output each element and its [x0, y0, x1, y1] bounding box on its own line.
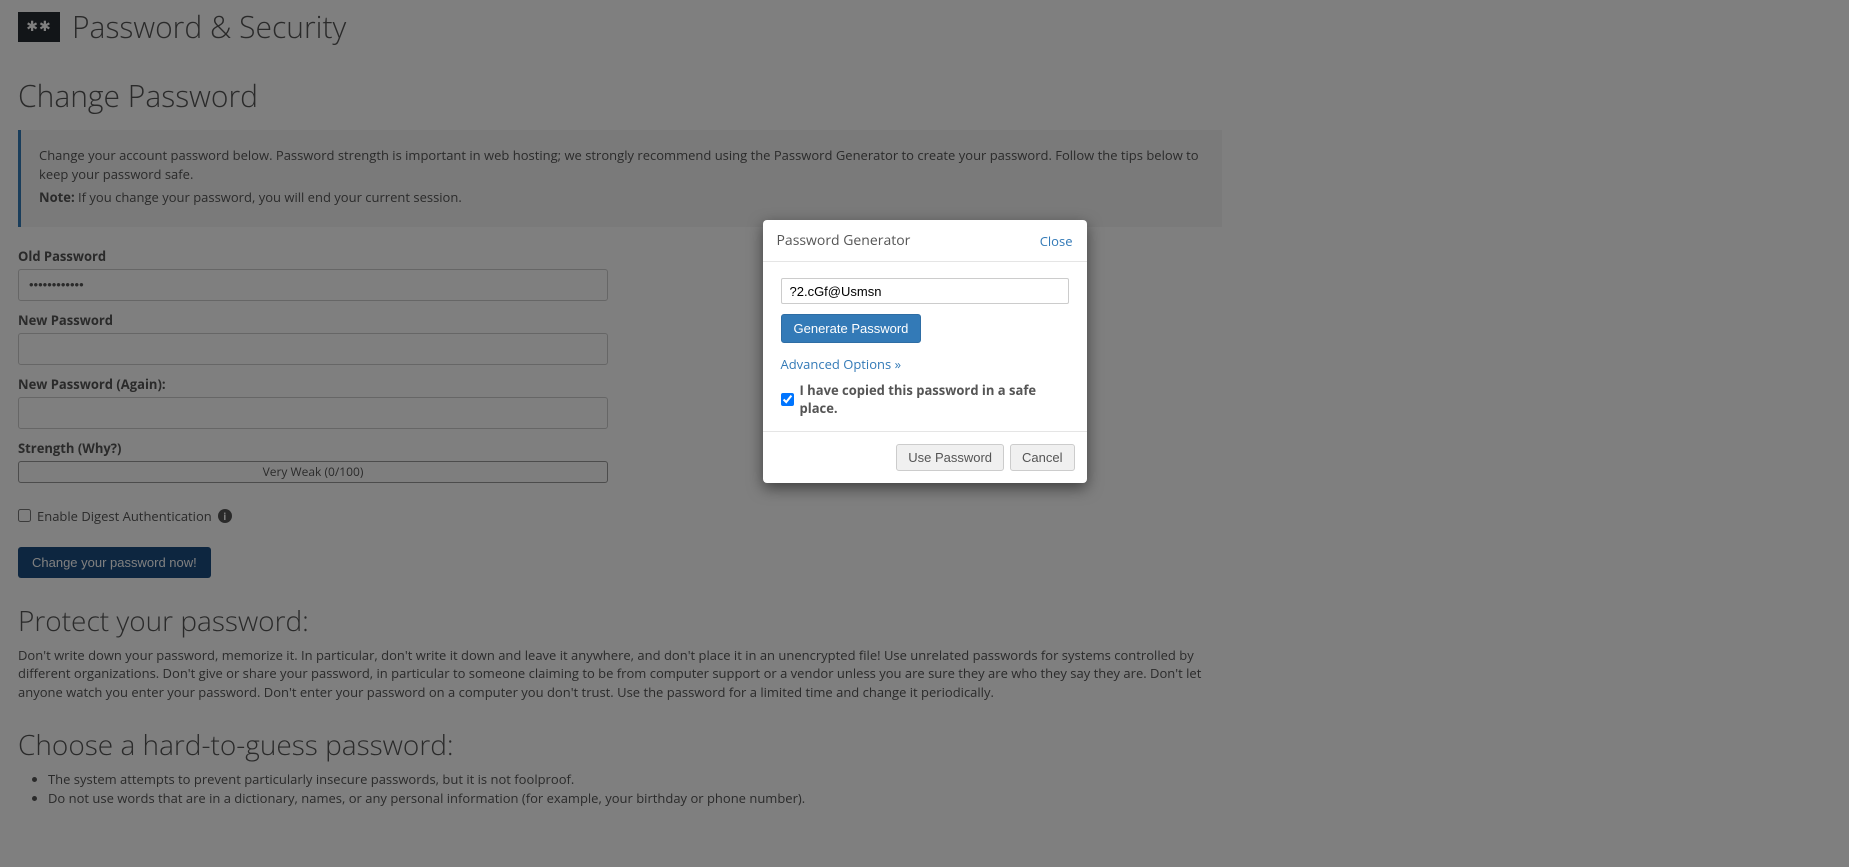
modal-header: Password Generator Close: [763, 220, 1087, 262]
password-generator-modal: Password Generator Close Generate Passwo…: [763, 220, 1087, 483]
modal-body: Generate Password Advanced Options » I h…: [763, 262, 1087, 431]
modal-footer: Use Password Cancel: [763, 431, 1087, 483]
advanced-options-link[interactable]: Advanced Options »: [781, 355, 1069, 373]
generate-password-button[interactable]: Generate Password: [781, 314, 922, 343]
use-password-button[interactable]: Use Password: [896, 444, 1004, 471]
copied-checkbox[interactable]: [781, 393, 794, 406]
copied-label: I have copied this password in a safe pl…: [800, 381, 1069, 417]
generated-password-input[interactable]: [781, 278, 1069, 304]
cancel-button[interactable]: Cancel: [1010, 444, 1074, 471]
close-link[interactable]: Close: [1040, 232, 1073, 250]
copied-row: I have copied this password in a safe pl…: [781, 381, 1069, 417]
modal-title: Password Generator: [777, 231, 911, 250]
